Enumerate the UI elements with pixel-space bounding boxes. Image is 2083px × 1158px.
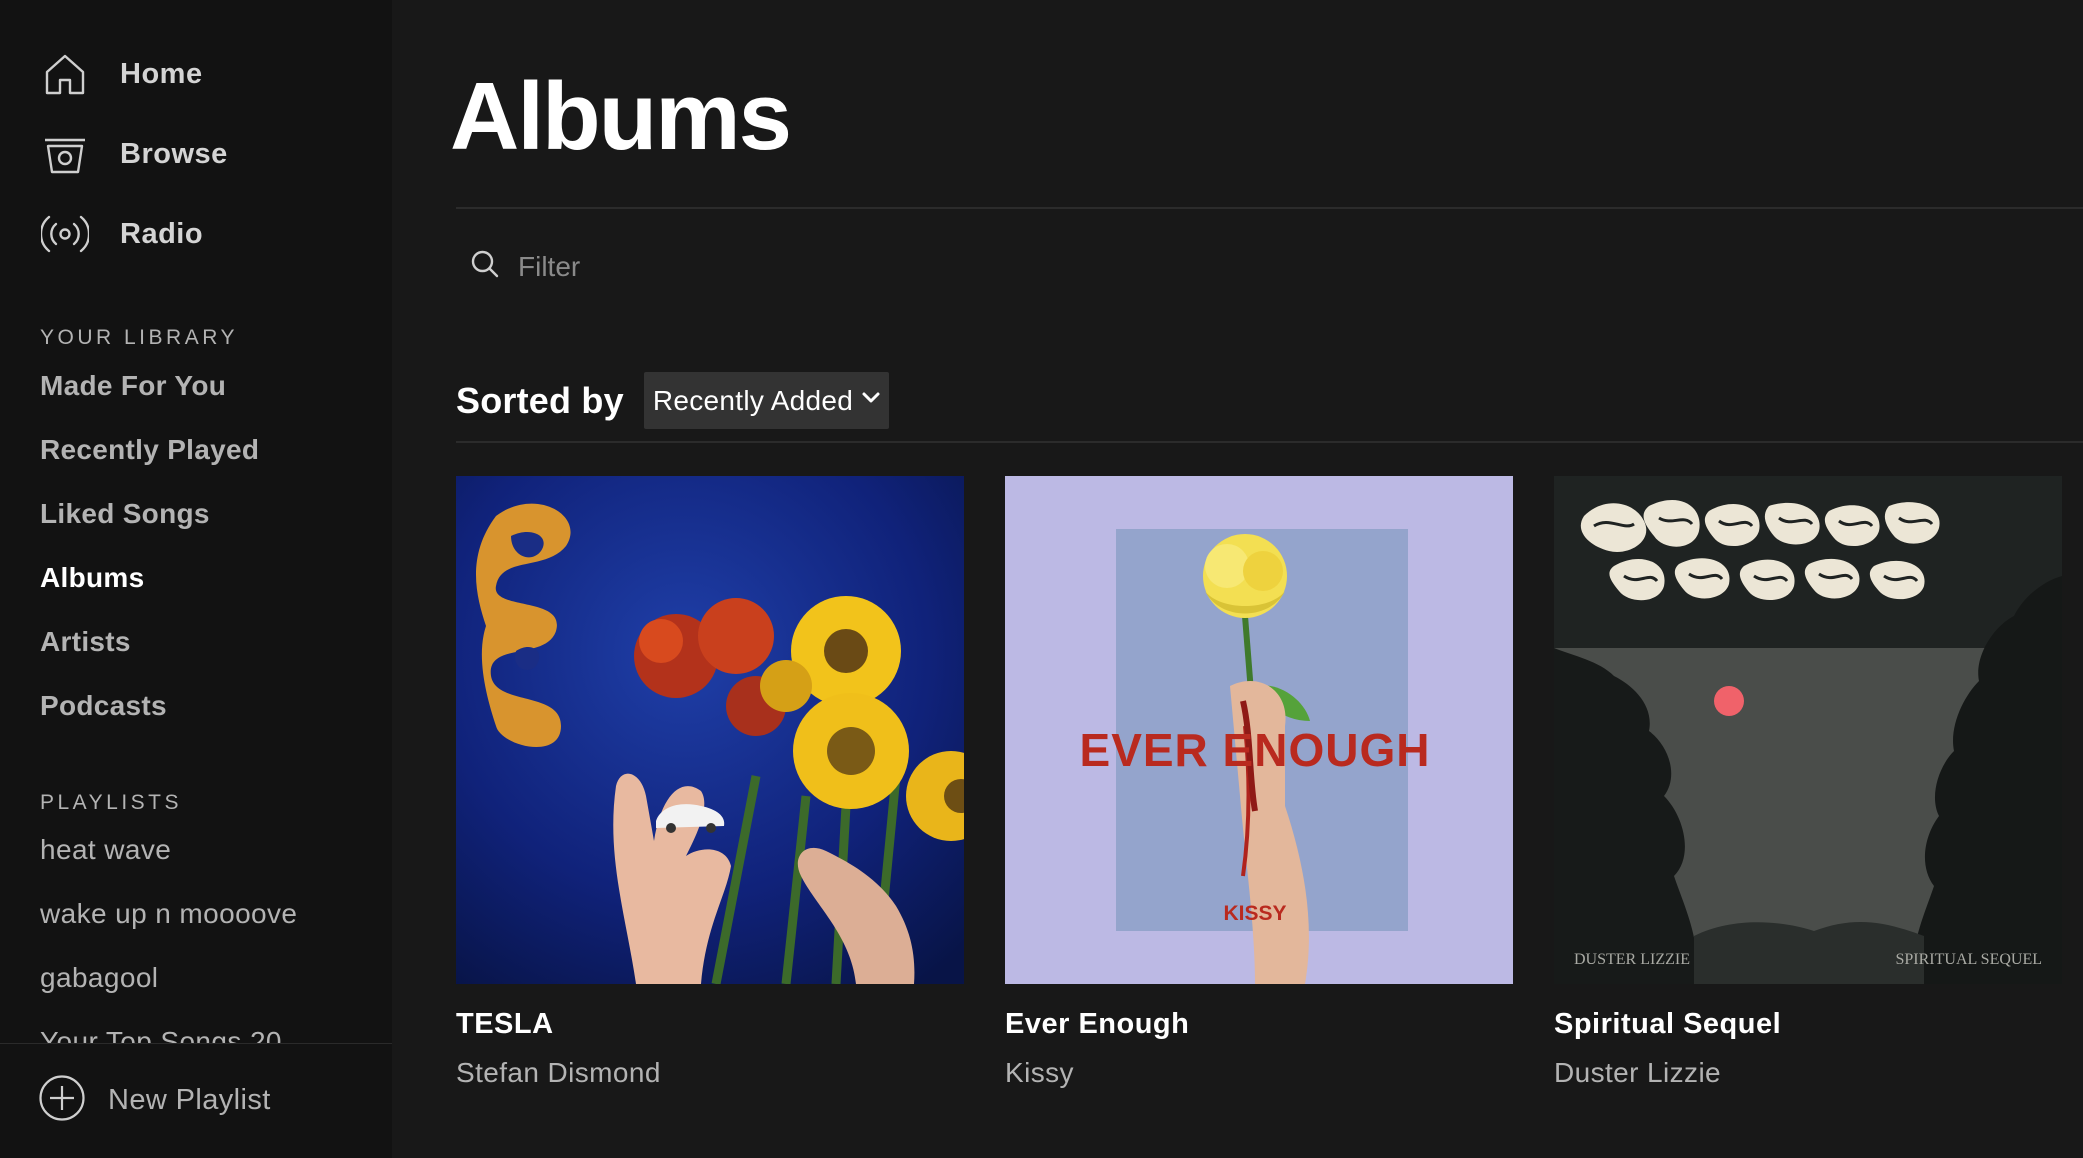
browse-icon [40, 129, 90, 179]
library-header: YOUR LIBRARY [40, 326, 238, 349]
page-title: Albums [450, 63, 792, 170]
search-icon [470, 249, 500, 284]
home-icon [40, 49, 90, 99]
album-artist[interactable]: Stefan Dismond [456, 1057, 964, 1089]
sidebar-footer: New Playlist [0, 1043, 392, 1158]
chevron-down-icon [861, 391, 881, 410]
app-window: Home Browse Radio YOUR LIBRARY Made For … [0, 0, 2083, 1158]
album-card-tesla[interactable]: TESLA Stefan Dismond [456, 476, 964, 1089]
album-card-spiritual-sequel[interactable]: DUSTER LIZZIE SPIRITUAL SEQUEL Spiritual… [1554, 476, 2062, 1089]
library-item-recently-played[interactable]: Recently Played [40, 434, 259, 466]
library-item-artists[interactable]: Artists [40, 626, 131, 658]
cover-text: EVER ENOUGH [1080, 724, 1431, 776]
new-playlist-label: New Playlist [108, 1084, 271, 1116]
album-artist[interactable]: Kissy [1005, 1057, 1513, 1089]
album-cover[interactable]: EVER ENOUGH KISSY [1005, 476, 1513, 984]
album-title[interactable]: TESLA [456, 1008, 964, 1041]
nav-item-radio[interactable]: Radio [40, 206, 203, 262]
radio-icon [40, 209, 90, 259]
divider [456, 441, 2083, 443]
library-item-made-for-you[interactable]: Made For You [40, 370, 226, 402]
playlist-item[interactable]: wake up n moooove [40, 898, 297, 930]
sort-row: Sorted by Recently Added [456, 372, 890, 429]
sort-selected-value: Recently Added [652, 384, 854, 416]
sort-label: Sorted by [456, 379, 624, 421]
new-playlist-button[interactable]: New Playlist [38, 1074, 271, 1127]
cover-subtext: KISSY [1223, 902, 1286, 925]
album-cover[interactable]: DUSTER LIZZIE SPIRITUAL SEQUEL [1554, 476, 2062, 984]
album-title[interactable]: Ever Enough [1005, 1008, 1513, 1041]
cover-left-text: DUSTER LIZZIE [1574, 951, 1690, 968]
sidebar: Home Browse Radio YOUR LIBRARY Made For … [0, 0, 392, 1158]
sort-dropdown[interactable]: Recently Added [643, 372, 890, 429]
album-cover[interactable] [456, 476, 964, 984]
main-content: Albums Sorted by Recently Added [392, 0, 2083, 1158]
album-artist[interactable]: Duster Lizzie [1554, 1057, 2062, 1089]
plus-circle-icon [38, 1074, 86, 1127]
playlists-header: PLAYLISTS [40, 791, 182, 814]
nav-label: Radio [120, 217, 204, 250]
cover-right-text: SPIRITUAL SEQUEL [1895, 951, 2042, 968]
nav-label: Home [120, 57, 203, 90]
library-item-liked-songs[interactable]: Liked Songs [40, 498, 210, 530]
filter-bar [456, 209, 2083, 324]
filter-input[interactable] [518, 250, 1118, 283]
album-title[interactable]: Spiritual Sequel [1554, 1008, 2062, 1041]
library-item-albums[interactable]: Albums [40, 562, 144, 594]
nav-item-home[interactable]: Home [40, 46, 203, 102]
album-card-ever-enough[interactable]: EVER ENOUGH KISSY Ever Enough Kissy [1005, 476, 1513, 1089]
nav-label: Browse [120, 137, 228, 170]
playlist-list: heat wave wake up n moooove gabagool You… [0, 820, 392, 1045]
playlist-item[interactable]: heat wave [40, 834, 171, 866]
playlist-item[interactable]: gabagool [40, 962, 158, 994]
nav-item-browse[interactable]: Browse [40, 126, 228, 182]
library-item-podcasts[interactable]: Podcasts [40, 690, 167, 722]
